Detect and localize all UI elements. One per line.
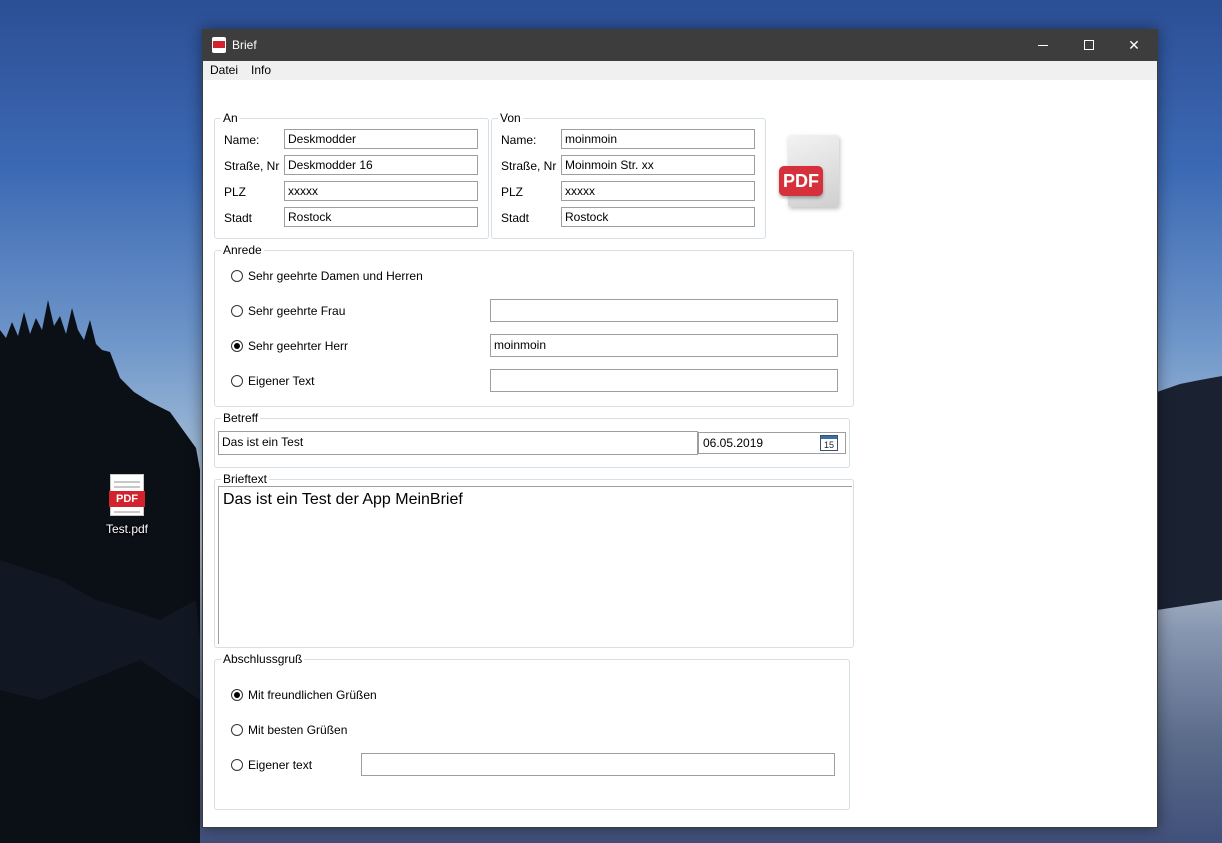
an-strasse-input[interactable]: Deskmodder 16 — [284, 155, 478, 175]
von-plz-input[interactable]: xxxxx — [561, 181, 755, 201]
app-icon — [212, 37, 226, 53]
hill-right — [1157, 376, 1222, 610]
desktop-icon-test-pdf[interactable]: PDF Test.pdf — [98, 474, 156, 536]
brief-window: Brief ✕ Datei Info An Name: Deskmodder S… — [202, 29, 1158, 828]
export-pdf-button[interactable]: PDF — [778, 133, 840, 211]
abschluss-label-eigener[interactable]: Eigener text — [248, 758, 312, 772]
date-picker[interactable]: 06.05.2019 15 — [698, 432, 846, 454]
group-an: An Name: Deskmodder Straße, Nr Deskmodde… — [214, 111, 489, 239]
abschluss-radio-freundlich[interactable] — [231, 689, 243, 701]
von-name-label: Name: — [501, 133, 537, 147]
desktop-icon-label: Test.pdf — [105, 522, 149, 536]
anrede-label-eigener[interactable]: Eigener Text — [248, 374, 315, 388]
abschluss-radio-eigener[interactable] — [231, 759, 243, 771]
anrede-label-frau[interactable]: Sehr geehrte Frau — [248, 304, 345, 318]
anrede-radio-frau[interactable] — [231, 305, 243, 317]
abschluss-eigener-input[interactable] — [361, 753, 835, 776]
calendar-icon[interactable]: 15 — [820, 435, 838, 451]
von-strasse-input[interactable]: Moinmoin Str. xx — [561, 155, 755, 175]
pdf-file-badge: PDF — [109, 491, 145, 507]
an-stadt-input[interactable]: Rostock — [284, 207, 478, 227]
von-name-input[interactable]: moinmoin — [561, 129, 755, 149]
an-plz-label: PLZ — [224, 185, 247, 199]
anrede-frau-input[interactable] — [490, 299, 838, 322]
abschluss-radio-besten[interactable] — [231, 724, 243, 736]
brieftext-textarea[interactable]: Das ist ein Test der App MeinBrief — [218, 486, 852, 644]
an-name-label: Name: — [224, 133, 260, 147]
group-von-title: Von — [498, 111, 523, 125]
menu-bar: Datei Info — [203, 61, 1157, 80]
anrede-herr-input[interactable]: moinmoin — [490, 334, 838, 357]
menu-datei[interactable]: Datei — [210, 63, 238, 77]
minimize-icon — [1038, 45, 1048, 46]
minimize-button[interactable] — [1021, 30, 1067, 61]
anrede-radio-herr[interactable] — [231, 340, 243, 352]
maximize-icon — [1084, 40, 1094, 50]
group-abschluss-title: Abschlussgruß — [221, 652, 305, 666]
date-value: 06.05.2019 — [703, 436, 764, 450]
abschluss-label-besten[interactable]: Mit besten Grüßen — [248, 723, 347, 737]
an-strasse-label: Straße, Nr — [224, 159, 280, 173]
anrede-label-herr[interactable]: Sehr geehrter Herr — [248, 339, 348, 353]
anrede-radio-eigener[interactable] — [231, 375, 243, 387]
maximize-button[interactable] — [1066, 30, 1112, 61]
von-stadt-input[interactable]: Rostock — [561, 207, 755, 227]
betreff-input[interactable]: Das ist ein Test — [218, 431, 698, 455]
von-plz-label: PLZ — [501, 185, 524, 199]
pdf-file-icon: PDF — [109, 474, 145, 516]
close-icon: ✕ — [1128, 37, 1140, 53]
anrede-label-damen-herren[interactable]: Sehr geehrte Damen und Herren — [248, 269, 423, 283]
close-button[interactable]: ✕ — [1111, 30, 1157, 61]
anrede-radio-damen-herren[interactable] — [231, 270, 243, 282]
von-stadt-label: Stadt — [501, 211, 530, 225]
group-anrede: Anrede Sehr geehrte Damen und Herren Seh… — [214, 243, 854, 407]
menu-info[interactable]: Info — [251, 63, 271, 77]
title-bar[interactable]: Brief ✕ — [203, 30, 1157, 61]
anrede-eigener-input[interactable] — [490, 369, 838, 392]
an-stadt-label: Stadt — [224, 211, 253, 225]
group-abschluss: Abschlussgruß Mit freundlichen Grüßen Mi… — [214, 652, 850, 810]
abschluss-label-freundlich[interactable]: Mit freundlichen Grüßen — [248, 688, 377, 702]
group-von: Von Name: moinmoin Straße, Nr Moinmoin S… — [491, 111, 766, 239]
von-strasse-label: Straße, Nr — [501, 159, 557, 173]
group-betreff-title: Betreff — [221, 411, 261, 425]
group-brieftext-title: Brieftext — [221, 472, 270, 486]
pdf-badge-icon: PDF — [779, 166, 823, 196]
an-name-input[interactable]: Deskmodder — [284, 129, 478, 149]
group-an-title: An — [221, 111, 240, 125]
group-anrede-title: Anrede — [221, 243, 264, 257]
window-title: Brief — [232, 38, 257, 52]
an-plz-input[interactable]: xxxxx — [284, 181, 478, 201]
